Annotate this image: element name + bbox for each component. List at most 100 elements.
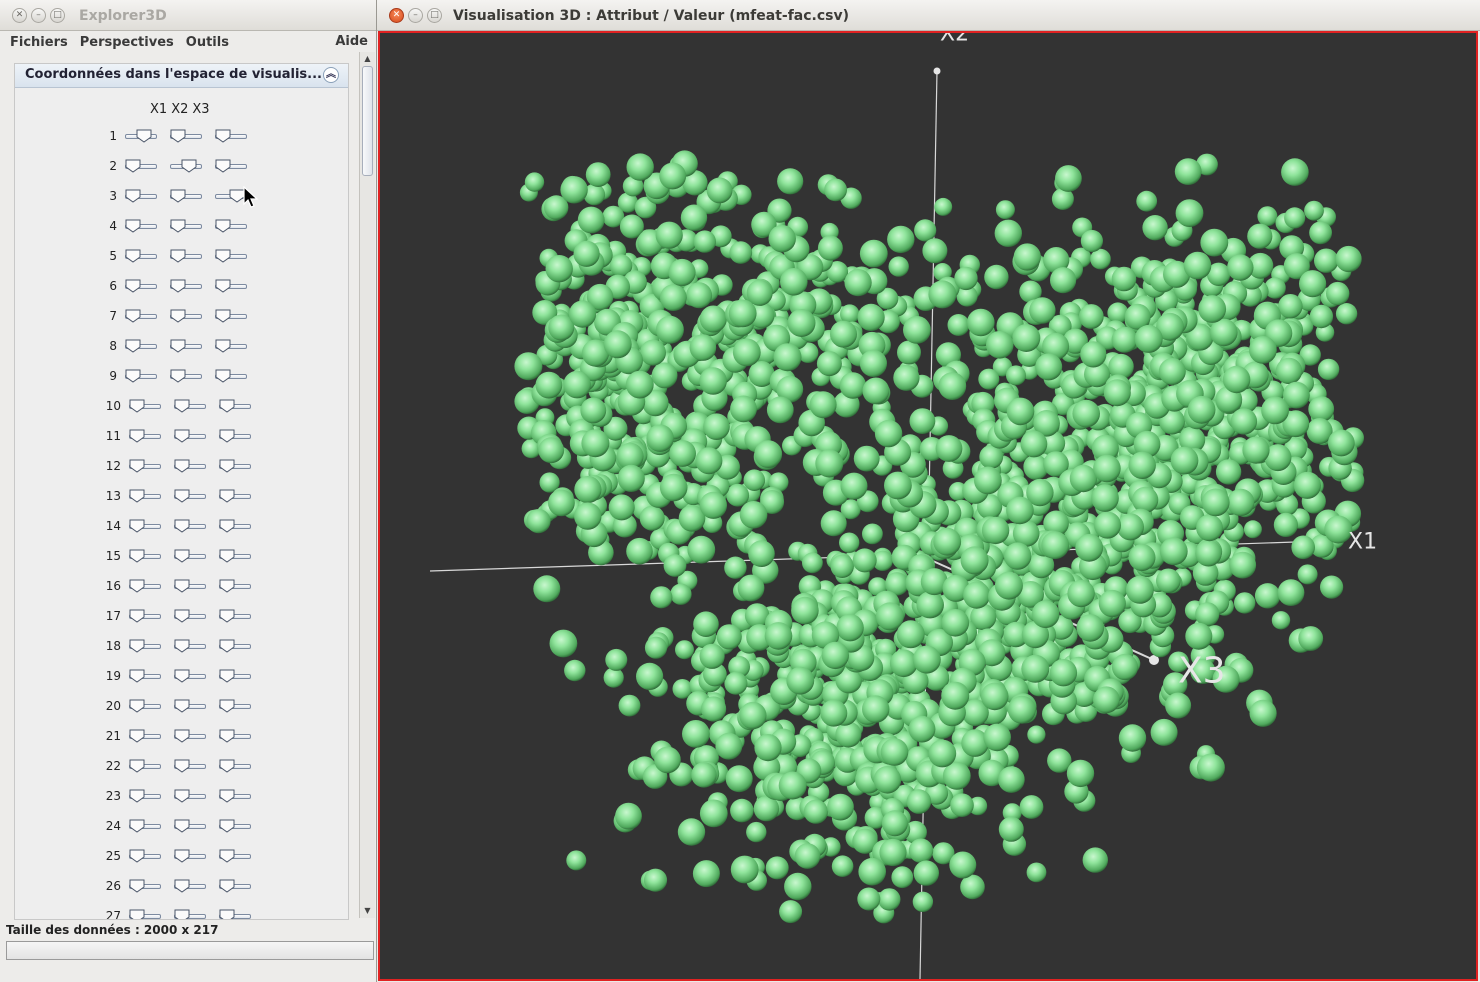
slider-thumb[interactable]: [174, 399, 190, 413]
slider-thumb[interactable]: [125, 339, 141, 353]
slider-thumb[interactable]: [170, 309, 186, 323]
close-icon[interactable]: ✕: [12, 8, 27, 23]
slider-thumb[interactable]: [215, 249, 231, 263]
slider-x2[interactable]: [174, 489, 206, 503]
slider-x1[interactable]: [129, 429, 161, 443]
slider-thumb[interactable]: [219, 519, 235, 533]
slider-x2[interactable]: [170, 369, 202, 383]
slider-x1[interactable]: [129, 759, 161, 773]
menu-aide[interactable]: Aide: [335, 34, 368, 49]
slider-x3[interactable]: [219, 579, 251, 593]
slider-thumb[interactable]: [174, 759, 190, 773]
slider-x3[interactable]: [215, 129, 247, 143]
slider-x1[interactable]: [129, 669, 161, 683]
slider-x1[interactable]: [129, 819, 161, 833]
slider-thumb[interactable]: [219, 669, 235, 683]
slider-thumb[interactable]: [219, 879, 235, 893]
slider-x2[interactable]: [174, 849, 206, 863]
slider-thumb[interactable]: [170, 129, 186, 143]
slider-x2[interactable]: [170, 249, 202, 263]
slider-x1[interactable]: [125, 279, 157, 293]
scroll-up-icon[interactable]: ▲: [362, 53, 373, 65]
slider-thumb[interactable]: [174, 909, 190, 919]
slider-x1[interactable]: [125, 369, 157, 383]
slider-thumb[interactable]: [219, 639, 235, 653]
slider-x2[interactable]: [174, 729, 206, 743]
slider-x1[interactable]: [129, 459, 161, 473]
slider-thumb[interactable]: [174, 459, 190, 473]
slider-x1[interactable]: [129, 879, 161, 893]
slider-thumb[interactable]: [215, 339, 231, 353]
slider-thumb[interactable]: [174, 699, 190, 713]
panel-header[interactable]: Coordonnées dans l'espace de visualis...…: [15, 64, 348, 88]
slider-thumb[interactable]: [129, 639, 145, 653]
minimize-icon[interactable]: –: [408, 8, 423, 23]
slider-thumb[interactable]: [129, 909, 145, 919]
slider-x2[interactable]: [174, 789, 206, 803]
slider-thumb[interactable]: [219, 579, 235, 593]
slider-x1[interactable]: [129, 909, 161, 919]
slider-x1[interactable]: [129, 729, 161, 743]
slider-x2[interactable]: [170, 189, 202, 203]
slider-thumb[interactable]: [215, 159, 231, 173]
slider-thumb[interactable]: [136, 129, 152, 143]
slider-thumb[interactable]: [174, 789, 190, 803]
slider-thumb[interactable]: [174, 549, 190, 563]
slider-thumb[interactable]: [219, 729, 235, 743]
slider-thumb[interactable]: [215, 129, 231, 143]
slider-x3[interactable]: [219, 759, 251, 773]
slider-thumb[interactable]: [125, 189, 141, 203]
menu-outils[interactable]: Outils: [186, 35, 229, 50]
menu-perspectives[interactable]: Perspectives: [80, 35, 174, 50]
slider-x2[interactable]: [170, 159, 202, 173]
slider-x2[interactable]: [174, 609, 206, 623]
slider-thumb[interactable]: [129, 819, 145, 833]
slider-thumb[interactable]: [219, 699, 235, 713]
maximize-icon[interactable]: □: [50, 8, 65, 23]
slider-x2[interactable]: [174, 459, 206, 473]
slider-x3[interactable]: [219, 459, 251, 473]
slider-thumb[interactable]: [174, 729, 190, 743]
slider-thumb[interactable]: [125, 279, 141, 293]
slider-x2[interactable]: [174, 819, 206, 833]
slider-thumb[interactable]: [129, 759, 145, 773]
slider-thumb[interactable]: [219, 789, 235, 803]
slider-x3[interactable]: [219, 429, 251, 443]
slider-thumb[interactable]: [129, 789, 145, 803]
slider-x1[interactable]: [125, 339, 157, 353]
slider-x3[interactable]: [219, 789, 251, 803]
slider-thumb[interactable]: [219, 909, 235, 919]
slider-thumb[interactable]: [129, 699, 145, 713]
slider-thumb[interactable]: [174, 519, 190, 533]
slider-x1[interactable]: [125, 129, 157, 143]
slider-thumb[interactable]: [129, 399, 145, 413]
slider-thumb[interactable]: [129, 429, 145, 443]
slider-thumb[interactable]: [129, 669, 145, 683]
slider-thumb[interactable]: [125, 219, 141, 233]
slider-x3[interactable]: [219, 879, 251, 893]
slider-x1[interactable]: [129, 399, 161, 413]
slider-x2[interactable]: [170, 219, 202, 233]
slider-x2[interactable]: [174, 699, 206, 713]
scroll-down-icon[interactable]: ▼: [362, 905, 373, 917]
slider-x1[interactable]: [125, 219, 157, 233]
slider-thumb[interactable]: [215, 279, 231, 293]
slider-x2[interactable]: [174, 519, 206, 533]
slider-x3[interactable]: [219, 729, 251, 743]
slider-thumb[interactable]: [219, 609, 235, 623]
slider-x2[interactable]: [174, 579, 206, 593]
close-icon[interactable]: ✕: [389, 8, 404, 23]
slider-x1[interactable]: [129, 609, 161, 623]
slider-x2[interactable]: [170, 309, 202, 323]
slider-thumb[interactable]: [129, 849, 145, 863]
slider-thumb[interactable]: [170, 339, 186, 353]
slider-thumb[interactable]: [215, 369, 231, 383]
slider-thumb[interactable]: [219, 459, 235, 473]
slider-thumb[interactable]: [174, 819, 190, 833]
slider-x1[interactable]: [129, 549, 161, 563]
slider-x3[interactable]: [215, 249, 247, 263]
maximize-icon[interactable]: □: [427, 8, 442, 23]
slider-thumb[interactable]: [125, 159, 141, 173]
slider-x3[interactable]: [215, 219, 247, 233]
slider-thumb[interactable]: [129, 579, 145, 593]
